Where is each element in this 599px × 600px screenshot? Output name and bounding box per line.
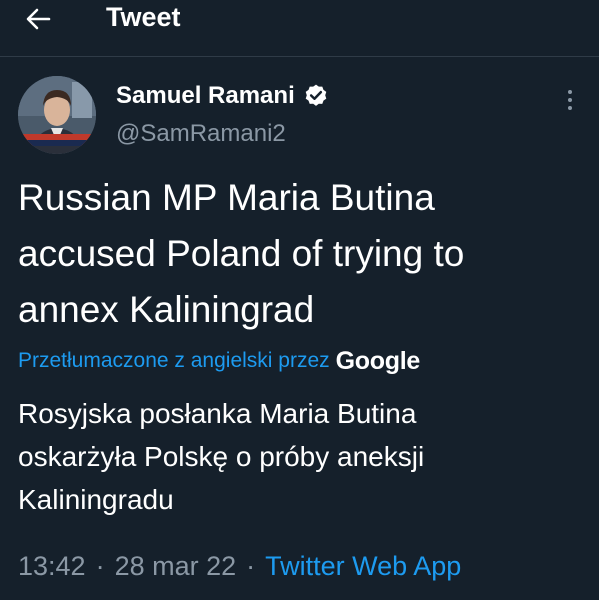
- translated-text: Rosyjska posłanka Maria Butina oskarżyła…: [18, 392, 588, 521]
- page-title: Tweet: [106, 2, 181, 32]
- separator-dot: ·: [95, 550, 105, 581]
- header-divider: [0, 56, 599, 57]
- back-button[interactable]: [18, 2, 58, 36]
- author-name-row: Samuel Ramani: [116, 80, 329, 112]
- arrow-left-icon: [26, 8, 51, 30]
- avatar[interactable]: [18, 76, 96, 154]
- tweet-text-line: Russian MP Maria Butina: [18, 177, 435, 218]
- tweet-text: Russian MP Maria Butina accused Poland o…: [18, 170, 588, 338]
- tweet-text-line: accused Poland of trying to: [18, 233, 465, 274]
- separator-dot: ·: [246, 550, 256, 581]
- translated-text-line: Rosyjska posłanka Maria Butina: [18, 398, 417, 429]
- author-display-name[interactable]: Samuel Ramani: [116, 82, 295, 110]
- tweet-metadata: 13:42 · 28 mar 22 · Twitter Web App: [18, 548, 461, 584]
- translated-text-line: oskarżyła Polskę o próby aneksji: [18, 441, 425, 472]
- google-logo: Google: [335, 346, 421, 375]
- more-options-button[interactable]: [560, 86, 580, 114]
- author-handle[interactable]: @SamRamani2: [116, 120, 286, 148]
- avatar-image: [18, 76, 96, 154]
- more-vertical-icon: [568, 90, 572, 110]
- translation-attribution: Przetłumaczone z angielski przez Google: [18, 346, 420, 376]
- verified-badge-icon: [305, 84, 327, 106]
- top-bar: Tweet: [0, 0, 599, 54]
- tweet-text-line: annex Kaliningrad: [18, 289, 315, 330]
- tweet-time[interactable]: 13:42: [18, 551, 86, 582]
- tweet-source-link[interactable]: Twitter Web App: [265, 551, 461, 582]
- translated-text-line: Kaliningradu: [18, 484, 174, 515]
- translated-by-link[interactable]: Przetłumaczone z angielski przez: [18, 349, 330, 373]
- tweet-date[interactable]: 28 mar 22: [115, 551, 237, 582]
